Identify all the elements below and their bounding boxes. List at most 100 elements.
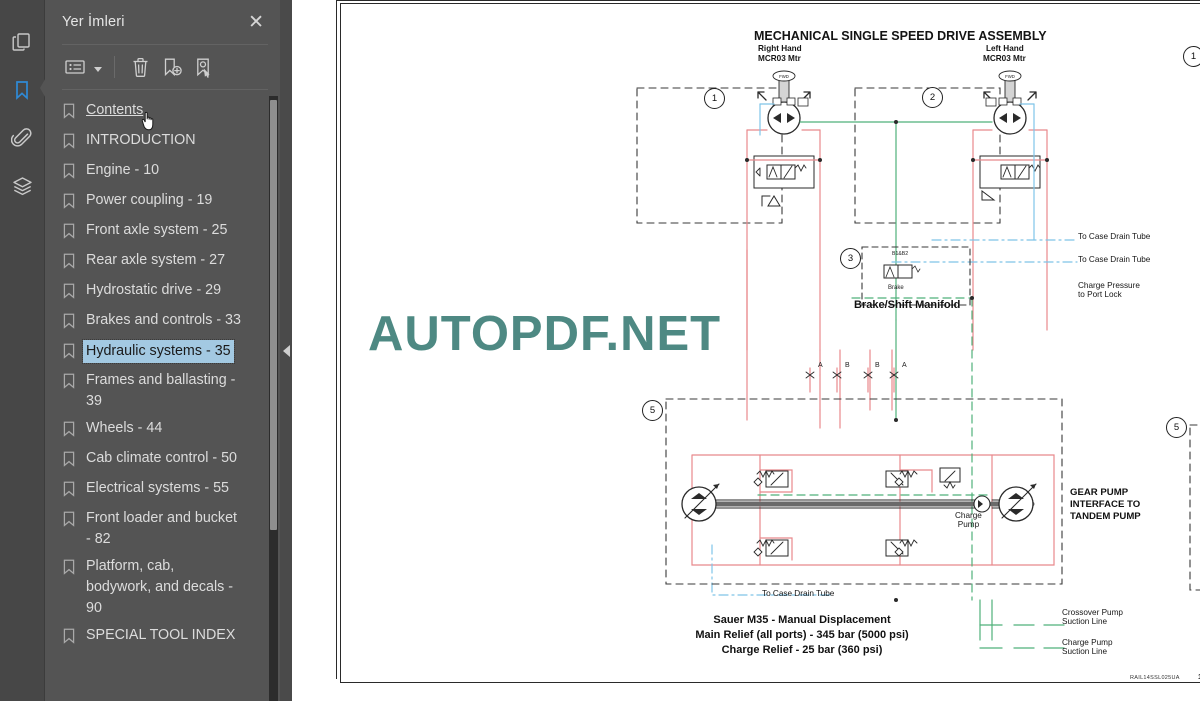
bookmark-item[interactable]: Hydrostatic drive - 29 (45, 277, 280, 307)
bookmark-label: Electrical systems - 55 (86, 480, 230, 496)
pdf-viewer-window: Yer İmleri ✕ Contents INTRODUCTION Engin… (0, 0, 1200, 701)
bookmark-label: Platform, cab, bodywork, and decals - 90 (86, 558, 234, 616)
page-thumbnails-icon[interactable] (2, 18, 42, 66)
bookmark-label: INTRODUCTION (86, 132, 196, 148)
bookmark-item[interactable]: Power coupling - 19 (45, 187, 280, 217)
left-manifold-code: B1&B2 (892, 251, 909, 257)
bookmark-item[interactable]: Frames and ballasting - 39 (45, 367, 280, 415)
left-note-case-drain-3: To Case Drain Tube (762, 589, 835, 598)
bookmark-label: Contents (86, 102, 144, 118)
bookmark-icon (63, 250, 83, 274)
bookmark-item[interactable]: Cab climate control - 50 (45, 445, 280, 475)
bookmark-label: Cab climate control - 50 (86, 450, 237, 466)
bookmark-label: Brakes and controls - 33 (86, 312, 241, 328)
bookmark-item[interactable]: Electrical systems - 55 (45, 475, 280, 505)
left-note-case-drain-2: To Case Drain Tube (1078, 255, 1151, 264)
bookmark-item[interactable]: Rear axle system - 27 (45, 247, 280, 277)
bookmark-icon (63, 190, 83, 214)
bookmarks-icon[interactable] (2, 66, 48, 114)
port-label-a1: A (818, 362, 823, 369)
document-viewer[interactable]: FWD FWD MECHANICAL SINGLE SPEED DRIVE AS… (280, 0, 1200, 701)
bookmark-label: Power coupling - 19 (86, 192, 213, 208)
left-spec-line-1: Sauer M35 - Manual Displacement (713, 614, 891, 626)
svg-text:FWD: FWD (1005, 74, 1015, 79)
left-legend-crossover: Crossover Pump Suction Line (1062, 608, 1123, 627)
bookmark-icon (63, 448, 83, 472)
left-note-case-drain-1: To Case Drain Tube (1078, 232, 1151, 241)
panel-header: Yer İmleri ✕ (45, 0, 280, 44)
left-note-charge-pressure: Charge Pressure to Port Lock (1078, 281, 1140, 300)
bookmarks-panel: Yer İmleri ✕ Contents INTRODUCTION Engin… (45, 0, 280, 701)
callout-1-left: 1 (704, 88, 725, 109)
bookmark-label: SPECIAL TOOL INDEX (86, 627, 236, 643)
bookmark-icon (63, 625, 83, 649)
sidebar-icon-rail (0, 0, 48, 701)
pdf-page: FWD FWD MECHANICAL SINGLE SPEED DRIVE AS… (292, 0, 1200, 701)
bookmark-label: Rear axle system - 27 (86, 252, 226, 268)
delete-bookmark-button[interactable] (125, 53, 155, 81)
callout-1-right: 1 (1183, 46, 1200, 67)
scrollbar-thumb[interactable] (270, 100, 277, 530)
collapse-panel-button[interactable] (280, 0, 292, 701)
callout-5-left: 5 (642, 400, 663, 421)
callout-2-left: 2 (922, 87, 943, 108)
bookmark-item[interactable]: SPECIAL TOOL INDEX (45, 622, 280, 652)
bookmark-label: Wheels - 44 (86, 420, 163, 436)
bookmark-item[interactable]: Front loader and bucket - 82 (45, 505, 280, 553)
list-options-button[interactable] (60, 53, 90, 81)
panel-title: Yer İmleri (62, 14, 125, 30)
left-rh-motor-label: Right Hand (758, 44, 802, 53)
bookmark-icon (63, 220, 83, 244)
bookmark-icon (63, 100, 83, 124)
port-label-a2: A (902, 362, 907, 369)
chevron-left-icon (282, 344, 290, 357)
left-lh-motor-label: Left Hand (986, 44, 1024, 53)
toolbar-divider (114, 56, 115, 78)
bookmark-icon (63, 556, 83, 580)
goto-bookmark-button[interactable] (189, 53, 219, 81)
bookmark-icon (63, 418, 83, 442)
attachments-icon[interactable] (2, 114, 42, 162)
chevron-down-icon[interactable] (94, 66, 102, 72)
left-legend-charge: Charge Pump Suction Line (1062, 638, 1113, 657)
port-label-b2: B (875, 362, 880, 369)
bookmark-item[interactable]: Wheels - 44 (45, 415, 280, 445)
layers-icon[interactable] (2, 162, 42, 210)
bookmark-item[interactable]: Engine - 10 (45, 157, 280, 187)
callout-5-right: 5 (1166, 417, 1187, 438)
left-manifold-label: Brake/Shift Manifold (854, 299, 961, 311)
bookmark-icon (63, 478, 83, 502)
bookmark-icon (63, 310, 83, 334)
bookmark-icon (63, 508, 83, 532)
svg-text:FWD: FWD (779, 74, 789, 79)
bookmark-label: Front axle system - 25 (86, 222, 228, 238)
left-diagram-title: MECHANICAL SINGLE SPEED DRIVE ASSEMBLY (754, 29, 1047, 43)
new-bookmark-button[interactable] (157, 53, 187, 81)
bookmark-item[interactable]: Brakes and controls - 33 (45, 307, 280, 337)
bookmark-item[interactable]: Contents (45, 97, 280, 127)
bookmark-label: Hydraulic systems - 35 (82, 339, 235, 364)
close-icon[interactable]: ✕ (244, 11, 268, 34)
bookmark-item[interactable]: Platform, cab, bodywork, and decals - 90 (45, 553, 280, 622)
port-label-b1: B (845, 362, 850, 369)
left-charge-pump-label: Charge Pump (955, 511, 982, 530)
bookmark-label: Frames and ballasting - 39 (86, 372, 236, 409)
bookmark-item[interactable]: Front axle system - 25 (45, 217, 280, 247)
bookmarks-toolbar (45, 45, 280, 89)
bookmark-item[interactable]: Hydraulic systems - 35 (45, 337, 280, 367)
bookmarks-scrollbar[interactable] (269, 96, 278, 701)
bookmark-icon (63, 160, 83, 184)
left-spec-line-2: Main Relief (all ports) - 345 bar (5000 … (695, 629, 909, 641)
bookmark-item[interactable]: INTRODUCTION (45, 127, 280, 157)
bookmark-icon (63, 280, 83, 304)
bookmarks-list[interactable]: Contents INTRODUCTION Engine - 10 Power cou… (45, 90, 280, 701)
bookmark-label: Hydrostatic drive - 29 (86, 282, 222, 298)
left-rh-motor-sub: MCR03 Mtr (758, 54, 801, 63)
footer-document-code: RAIL14SSL025UA (1130, 675, 1180, 681)
bookmark-label: Engine - 10 (86, 162, 160, 178)
hydraulic-schematic: FWD FWD (636, 70, 1200, 649)
bookmark-icon (63, 370, 83, 394)
left-spec-line-3: Charge Relief - 25 bar (360 psi) (721, 644, 883, 656)
left-lh-motor-sub: MCR03 Mtr (983, 54, 1026, 63)
bookmark-label: Front loader and bucket - 82 (86, 510, 238, 547)
